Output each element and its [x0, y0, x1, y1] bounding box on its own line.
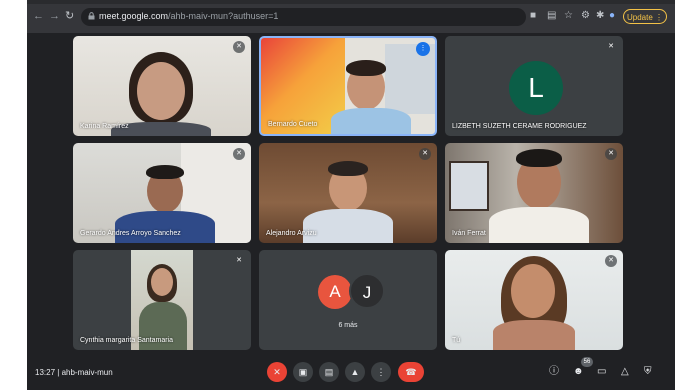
bookmark-star-icon[interactable]: ☆ [564, 9, 573, 23]
reload-icon[interactable]: ↻ [65, 10, 74, 22]
participant-tile[interactable]: ✕ Iván Ferrat [445, 143, 623, 243]
meeting-details-icon[interactable]: ⓘ [549, 366, 559, 378]
mic-toggle-button[interactable]: ✕ [267, 362, 287, 382]
meeting-controls-bar: 13:27 | ahb-maiv-mun ✕ ▣ ▤ ▲ ⋮ ☎ ⓘ ☻ 56 … [27, 355, 675, 390]
participant-name: Karina Ramírez [80, 123, 129, 130]
tab-strip [27, 0, 675, 4]
mic-off-icon: ✕ [233, 148, 245, 160]
phone-hangup-icon: ☎ [405, 367, 417, 377]
meeting-info: 13:27 | ahb-maiv-mun [35, 368, 113, 377]
leave-call-button[interactable]: ☎ [398, 362, 424, 382]
mic-off-icon: ✕ [605, 148, 617, 160]
speaking-indicator-icon: ⋮ [416, 42, 430, 56]
more-participants-tile[interactable]: A J 6 más [259, 250, 437, 350]
chat-icon[interactable]: ▭ [597, 366, 606, 378]
camera-toggle-button[interactable]: ▣ [293, 362, 313, 382]
participant-tile[interactable]: ✕ Alejandro Arvizu [259, 143, 437, 243]
participant-tile-active[interactable]: ⋮ Bernardo Cueto [259, 36, 437, 136]
translate-icon[interactable]: ▤ [547, 9, 556, 23]
present-screen-icon: ▲ [350, 367, 360, 377]
address-bar[interactable]: meet.google.com/ahb-maiv-mun?authuser=1 [81, 8, 526, 26]
participant-name: Cynthia margarita Santamaria [80, 337, 173, 344]
captions-icon: ▤ [324, 367, 334, 377]
forward-icon[interactable]: → [49, 10, 60, 22]
participant-name: LIZBETH SUZETH CERAME RODRIGUEZ [452, 123, 587, 130]
mic-off-icon: ✕ [233, 41, 245, 53]
mic-off-icon: ✕ [419, 148, 431, 160]
people-icon[interactable]: ☻ [573, 366, 584, 378]
update-button[interactable]: Update ⋮ [623, 9, 667, 24]
camera-icon: ▣ [298, 367, 308, 377]
participant-name: Gerardo Andres Arroyo Sanchez [80, 230, 181, 237]
puzzle-icon[interactable]: ✱ [596, 9, 604, 23]
activities-icon[interactable]: △ [621, 366, 629, 378]
captions-button[interactable]: ▤ [319, 362, 339, 382]
more-participants-label: 6 más [338, 322, 358, 329]
participant-video [131, 250, 193, 350]
back-icon[interactable]: ← [33, 10, 44, 22]
mic-off-icon: ✕ [233, 255, 245, 267]
lock-icon [88, 12, 95, 20]
participant-name: Bernardo Cueto [268, 121, 318, 128]
self-view-tile[interactable]: ✕ Tú [445, 250, 623, 350]
participant-avatar: A [318, 275, 352, 309]
participant-tile[interactable]: ✕ Karina Ramírez [73, 36, 251, 136]
participant-name: Iván Ferrat [452, 230, 486, 237]
mic-off-icon: ✕ [273, 367, 281, 377]
participant-tile[interactable]: ✕ Gerardo Andres Arroyo Sanchez [73, 143, 251, 243]
participant-name: Alejandro Arvizu [266, 230, 317, 237]
participant-name: Tú [452, 337, 461, 344]
mic-off-icon: ✕ [605, 41, 617, 53]
participant-tile[interactable]: ✕ Cynthia margarita Santamaria [73, 250, 251, 350]
participant-tile[interactable]: L ✕ LIZBETH SUZETH CERAME RODRIGUEZ [445, 36, 623, 136]
more-vert-icon: ⋮ [376, 367, 386, 377]
wall-frame [449, 161, 489, 211]
more-options-button[interactable]: ⋮ [371, 362, 391, 382]
mic-off-icon: ✕ [605, 255, 617, 267]
profile-avatar-icon[interactable]: ● [609, 9, 615, 23]
extension-icon[interactable]: ⚙ [581, 9, 590, 23]
present-button[interactable]: ▲ [345, 362, 365, 382]
browser-window: ← → ↻ meet.google.com/ahb-maiv-mun?authu… [27, 0, 675, 390]
participant-avatar: J [349, 273, 385, 309]
host-controls-icon[interactable]: ⛨ [644, 366, 652, 378]
camera-permission-icon[interactable]: ■ [530, 9, 536, 23]
browser-toolbar: ← → ↻ meet.google.com/ahb-maiv-mun?authu… [27, 0, 675, 33]
participant-avatar: L [509, 61, 563, 115]
people-count-badge: 56 [581, 357, 593, 367]
url-text: meet.google.com/ahb-maiv-mun?authuser=1 [99, 11, 279, 21]
